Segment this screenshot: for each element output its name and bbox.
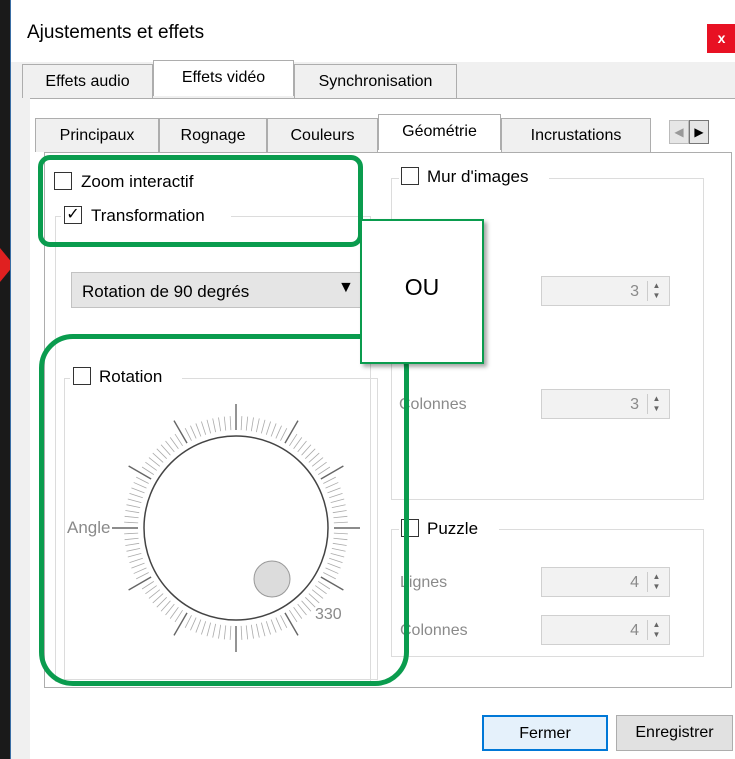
tab-couleurs[interactable]: Couleurs <box>267 118 378 152</box>
puzzle-columns-value: 4 <box>630 622 639 639</box>
chevron-down-icon: ▼ <box>338 279 354 296</box>
annotation-highlight-transformation <box>38 155 363 247</box>
mur-images-checkbox[interactable] <box>401 167 419 185</box>
transformation-select-value: Rotation de 90 degrés <box>82 282 250 301</box>
wall-columns-value: 3 <box>630 396 639 413</box>
spin-arrows-icon[interactable]: ▲ ▼ <box>647 620 665 640</box>
close-window-button[interactable]: x <box>707 24 735 53</box>
fermer-button[interactable]: Fermer <box>482 715 608 751</box>
puzzle-columns-label: Colonnes <box>400 622 468 639</box>
tab-principaux[interactable]: Principaux <box>35 118 159 152</box>
title-bar: Ajustements et effets x <box>11 0 735 62</box>
mur-images-label: Mur d'images <box>427 167 529 186</box>
annotation-callout-text: OU <box>404 274 440 300</box>
tab-scroll-left-icon[interactable]: ◀ <box>669 120 689 144</box>
puzzle-columns-spinbox[interactable]: 4 ▲ ▼ <box>541 615 670 645</box>
transformation-select[interactable]: Rotation de 90 degrés ▼ <box>71 272 367 308</box>
dialog-window: Ajustements et effets x Effets audio Eff… <box>10 0 735 759</box>
wall-rows-spinbox[interactable]: 3 ▲ ▼ <box>541 276 670 306</box>
wall-rows-value: 3 <box>630 283 639 300</box>
spin-arrows-icon[interactable]: ▲ ▼ <box>647 394 665 414</box>
enregistrer-button[interactable]: Enregistrer <box>616 715 733 751</box>
puzzle-rows-value: 4 <box>630 574 639 591</box>
annotation-callout: OU <box>360 219 484 364</box>
tab-incrustations[interactable]: Incrustations <box>501 118 651 152</box>
tab-effets-video[interactable]: Effets vidéo <box>153 60 294 96</box>
wall-columns-label: Colonnes <box>399 396 467 413</box>
spin-arrows-icon[interactable]: ▲ ▼ <box>647 572 665 592</box>
puzzle-label: Puzzle <box>427 519 479 538</box>
tab-geometrie[interactable]: Géométrie <box>378 114 501 150</box>
annotation-highlight-rotation <box>39 334 409 686</box>
spin-arrows-icon[interactable]: ▲ ▼ <box>647 281 665 301</box>
tab-scroll-right-icon[interactable]: ▶ <box>689 120 709 144</box>
tab-effets-audio[interactable]: Effets audio <box>22 64 153 98</box>
tab-rognage[interactable]: Rognage <box>159 118 267 152</box>
tab-synchronisation[interactable]: Synchronisation <box>294 64 457 98</box>
puzzle-rows-spinbox[interactable]: 4 ▲ ▼ <box>541 567 670 597</box>
wall-columns-spinbox[interactable]: 3 ▲ ▼ <box>541 389 670 419</box>
window-title: Ajustements et effets <box>27 22 205 43</box>
